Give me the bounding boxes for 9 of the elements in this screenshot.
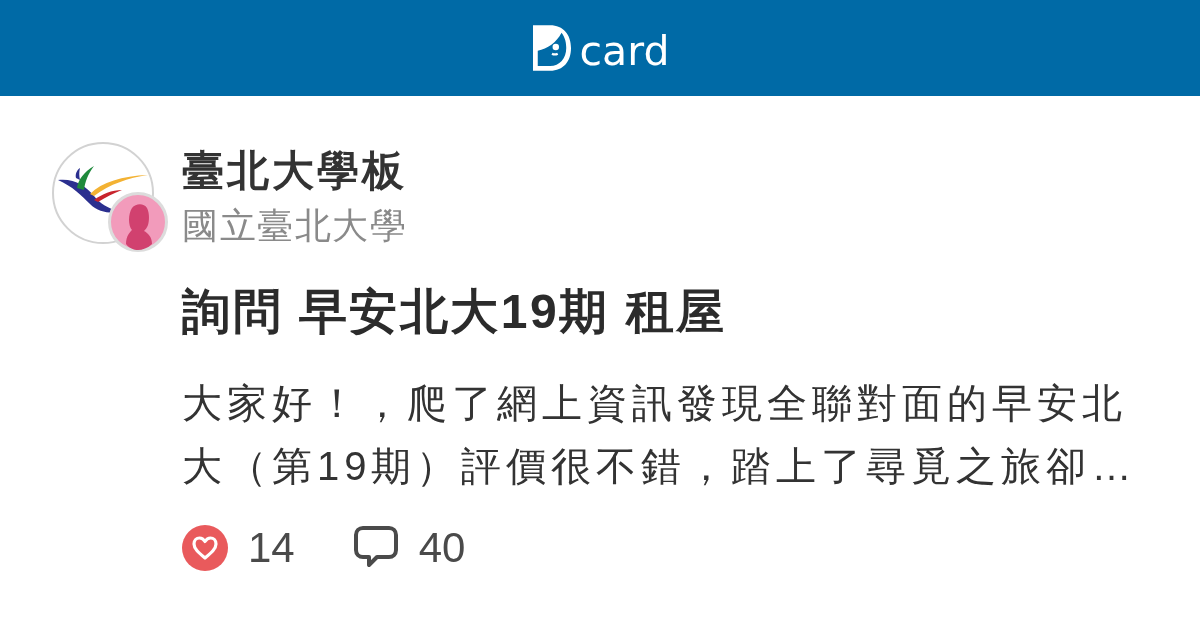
comment-count: 40 [418, 524, 466, 572]
school-name: 國立臺北大學 [182, 204, 408, 248]
post-excerpt: 大家好！，爬了網上資訊發現全聯對面的早安北大（第19期）評價很不錯，踏上了尋覓之旅卻… [182, 380, 1138, 490]
board-name[interactable]: 臺北大學板 [182, 144, 1200, 198]
user-avatar-icon [108, 192, 168, 252]
like-count: 14 [248, 524, 295, 572]
post-title[interactable]: 詢問 早安北大19期 租屋 [182, 282, 1200, 342]
logo-mark-icon [532, 24, 571, 72]
logo-text: card [579, 27, 670, 75]
